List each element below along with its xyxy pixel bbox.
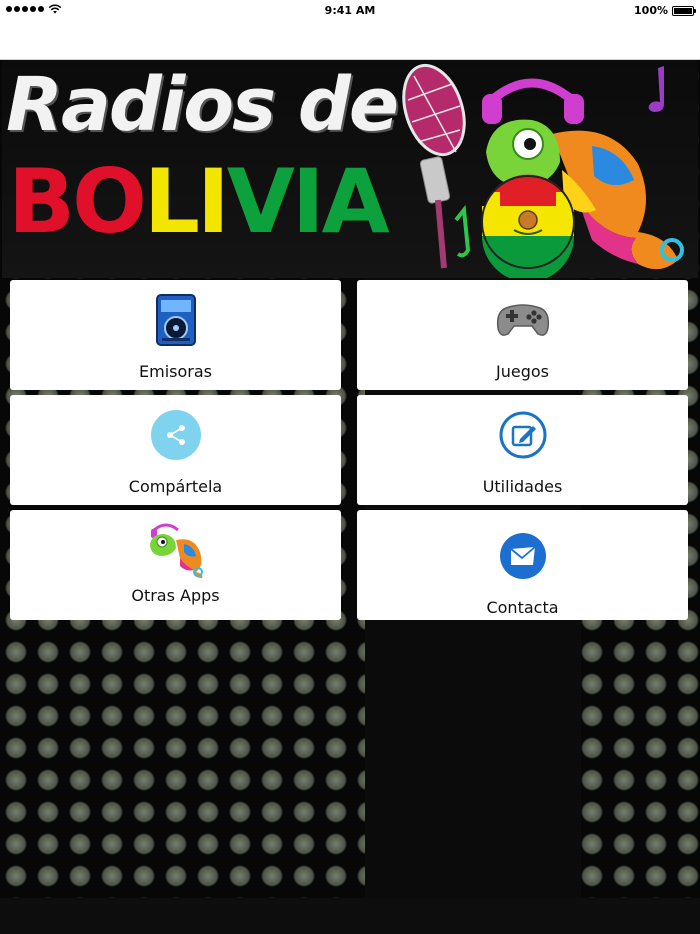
banner-title-part-li: LI [143, 150, 230, 253]
chameleon-icon [10, 523, 341, 578]
status-bar: 9:41 AM 100% [0, 0, 700, 22]
menu-tile-label: Compártela [128, 477, 223, 496]
banner-title-line1: Radios de [6, 62, 399, 148]
gamepad-icon [357, 294, 688, 346]
header-banner: Radios de BOLIVIA [2, 60, 698, 278]
menu-tile-emisoras[interactable]: Emisoras [10, 280, 341, 390]
navigation-bar [0, 22, 700, 60]
banner-title-line2: BOLIVIA [8, 150, 390, 253]
menu-tile-label: Juegos [496, 362, 549, 381]
menu-tile-label: Otras Apps [131, 586, 220, 605]
menu-tile-label: Contacta [486, 598, 559, 617]
battery-icon [672, 5, 696, 16]
banner-artwork [402, 63, 684, 278]
banner-title-part-via: VIA [226, 150, 390, 253]
background-bottom-band [0, 898, 700, 934]
menu-tile-contacta[interactable]: Contacta [357, 510, 688, 620]
edit-icon [357, 409, 688, 461]
menu-tile-utilidades[interactable]: Utilidades [357, 395, 688, 505]
bolivia-flag-icon [481, 174, 575, 278]
menu-tile-compartela[interactable]: Compártela [10, 395, 341, 505]
microphone-icon [402, 63, 471, 269]
battery-percent: 100% [634, 4, 668, 17]
menu-tile-juegos[interactable]: Juegos [357, 280, 688, 390]
radio-player-icon [10, 294, 341, 346]
music-note-icon [648, 66, 664, 112]
banner-title-part-bo: BO [8, 150, 147, 253]
battery-indicator: 100% [634, 4, 696, 17]
status-time: 9:41 AM [324, 4, 376, 17]
mail-icon [357, 530, 688, 582]
menu-tile-otras-apps[interactable]: Otras Apps [10, 510, 341, 620]
menu-tile-label: Emisoras [139, 362, 212, 381]
menu-tile-label: Utilidades [482, 477, 563, 496]
share-icon [10, 409, 341, 461]
